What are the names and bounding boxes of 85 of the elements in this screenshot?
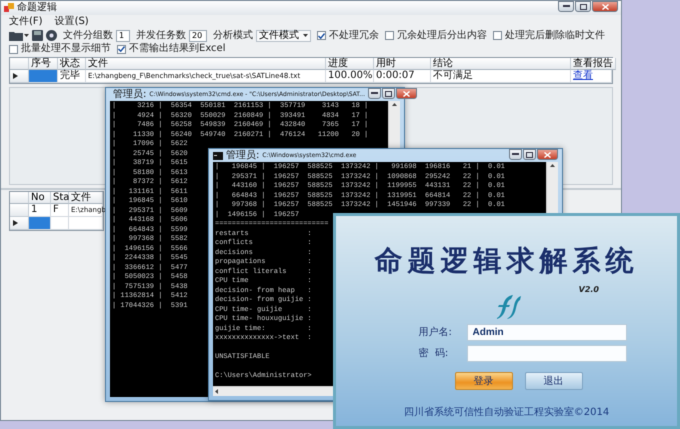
- window-title: 命题逻辑: [17, 2, 57, 14]
- checkbox-label: 冗余处理后分出内容: [397, 30, 487, 42]
- minimize-button[interactable]: [558, 1, 574, 12]
- checkbox-label: 批量处理不显示细节: [21, 43, 111, 55]
- column-header[interactable]: 查看报告: [571, 58, 616, 70]
- maximize-icon: [580, 4, 586, 10]
- close-button[interactable]: [592, 1, 618, 12]
- grid-corner: [10, 192, 29, 204]
- minimize-button[interactable]: [368, 88, 381, 99]
- open-button[interactable]: [9, 29, 29, 42]
- console-icon: [213, 152, 223, 160]
- maximize-button[interactable]: [575, 1, 591, 12]
- close-button[interactable]: [396, 88, 417, 99]
- table-cell: 1: [29, 204, 51, 217]
- column-header[interactable]: No: [29, 192, 51, 204]
- report-link[interactable]: 查看: [571, 70, 612, 83]
- checkbox[interactable]: [9, 44, 18, 54]
- input-field[interactable]: 1: [116, 30, 130, 42]
- table-cell: 完毕: [58, 70, 86, 83]
- maximize-icon: [384, 90, 392, 96]
- username-field[interactable]: Admin: [466, 324, 626, 341]
- close-icon: [402, 90, 410, 96]
- password-field[interactable]: [466, 345, 626, 362]
- version-label: V2.0: [578, 285, 599, 294]
- scroll-up-icon: [392, 103, 397, 106]
- scroll-left-icon: [215, 389, 218, 394]
- window-title: 管理员:: [113, 88, 146, 100]
- minimize-button[interactable]: [509, 149, 522, 160]
- column-header[interactable]: 文件: [69, 192, 103, 204]
- column-header[interactable]: 结论: [431, 58, 571, 70]
- maximize-button[interactable]: [523, 149, 536, 160]
- checkbox[interactable]: [317, 31, 326, 40]
- save-button[interactable]: [32, 29, 43, 42]
- checkbox[interactable]: [117, 44, 126, 54]
- checkbox-label: 处理完后删除临时文件: [505, 30, 605, 42]
- checkbox-label: 不需输出结果到Excel: [129, 43, 226, 55]
- row-header[interactable]: [10, 217, 29, 230]
- menu-item[interactable]: 设置(S): [54, 16, 89, 28]
- caret-icon: [24, 34, 29, 37]
- exit-button[interactable]: 退出: [524, 372, 582, 390]
- field-label: 密 码:: [418, 348, 450, 360]
- table-cell: 100.00%: [326, 70, 374, 83]
- app-title: 命题逻辑求解系统: [374, 245, 638, 279]
- checkbox-label: 不处理冗余: [329, 30, 379, 42]
- minimize-icon: [562, 5, 570, 8]
- checkbox[interactable]: [493, 31, 502, 40]
- disc-icon: [46, 30, 57, 41]
- maximize-button[interactable]: [382, 88, 395, 99]
- field-label: 文件分组数: [63, 30, 113, 42]
- window-title: 管理员:: [226, 150, 260, 162]
- minimize-icon: [512, 153, 519, 156]
- check-icon: [318, 32, 325, 38]
- input-field[interactable]: 20: [189, 30, 207, 42]
- caret-icon: [303, 34, 308, 37]
- app-icon: [4, 3, 14, 13]
- checkbox[interactable]: [385, 31, 394, 40]
- column-header[interactable]: 进度: [326, 58, 374, 70]
- check-icon: [118, 46, 125, 52]
- close-icon: [544, 152, 551, 158]
- table-cell: 不可满足: [431, 70, 571, 83]
- folder-icon: [9, 30, 23, 41]
- table-cell: 0:00:07: [374, 70, 431, 83]
- mode-dropdown[interactable]: 文件模式: [256, 30, 311, 42]
- current-row-icon: [13, 73, 18, 79]
- column-header[interactable]: 文件: [86, 58, 326, 70]
- menu-item[interactable]: 文件(F): [9, 16, 43, 28]
- column-header[interactable]: Sta: [51, 192, 69, 204]
- run-button[interactable]: [46, 29, 57, 42]
- column-header[interactable]: 用时: [374, 58, 431, 70]
- close-icon: [602, 4, 608, 10]
- maximize-icon: [526, 152, 533, 158]
- scroll-up-icon: [550, 164, 555, 167]
- column-header[interactable]: 状态: [58, 58, 86, 70]
- field-label: 用户名:: [418, 326, 453, 338]
- minimize-icon: [370, 92, 378, 95]
- table-cell: F: [51, 204, 69, 217]
- column-header[interactable]: 序号: [29, 58, 58, 70]
- grid-corner: [10, 58, 29, 70]
- current-row-icon: [13, 220, 18, 226]
- copyright-text: 四川省系统可信性自动验证工程实验室©2014: [404, 407, 610, 419]
- row-header[interactable]: [10, 70, 29, 83]
- field-label: 并发任务数: [136, 30, 186, 42]
- login-button[interactable]: 登录: [454, 372, 512, 390]
- field-label: 分析模式: [213, 30, 253, 42]
- close-button[interactable]: [537, 149, 558, 160]
